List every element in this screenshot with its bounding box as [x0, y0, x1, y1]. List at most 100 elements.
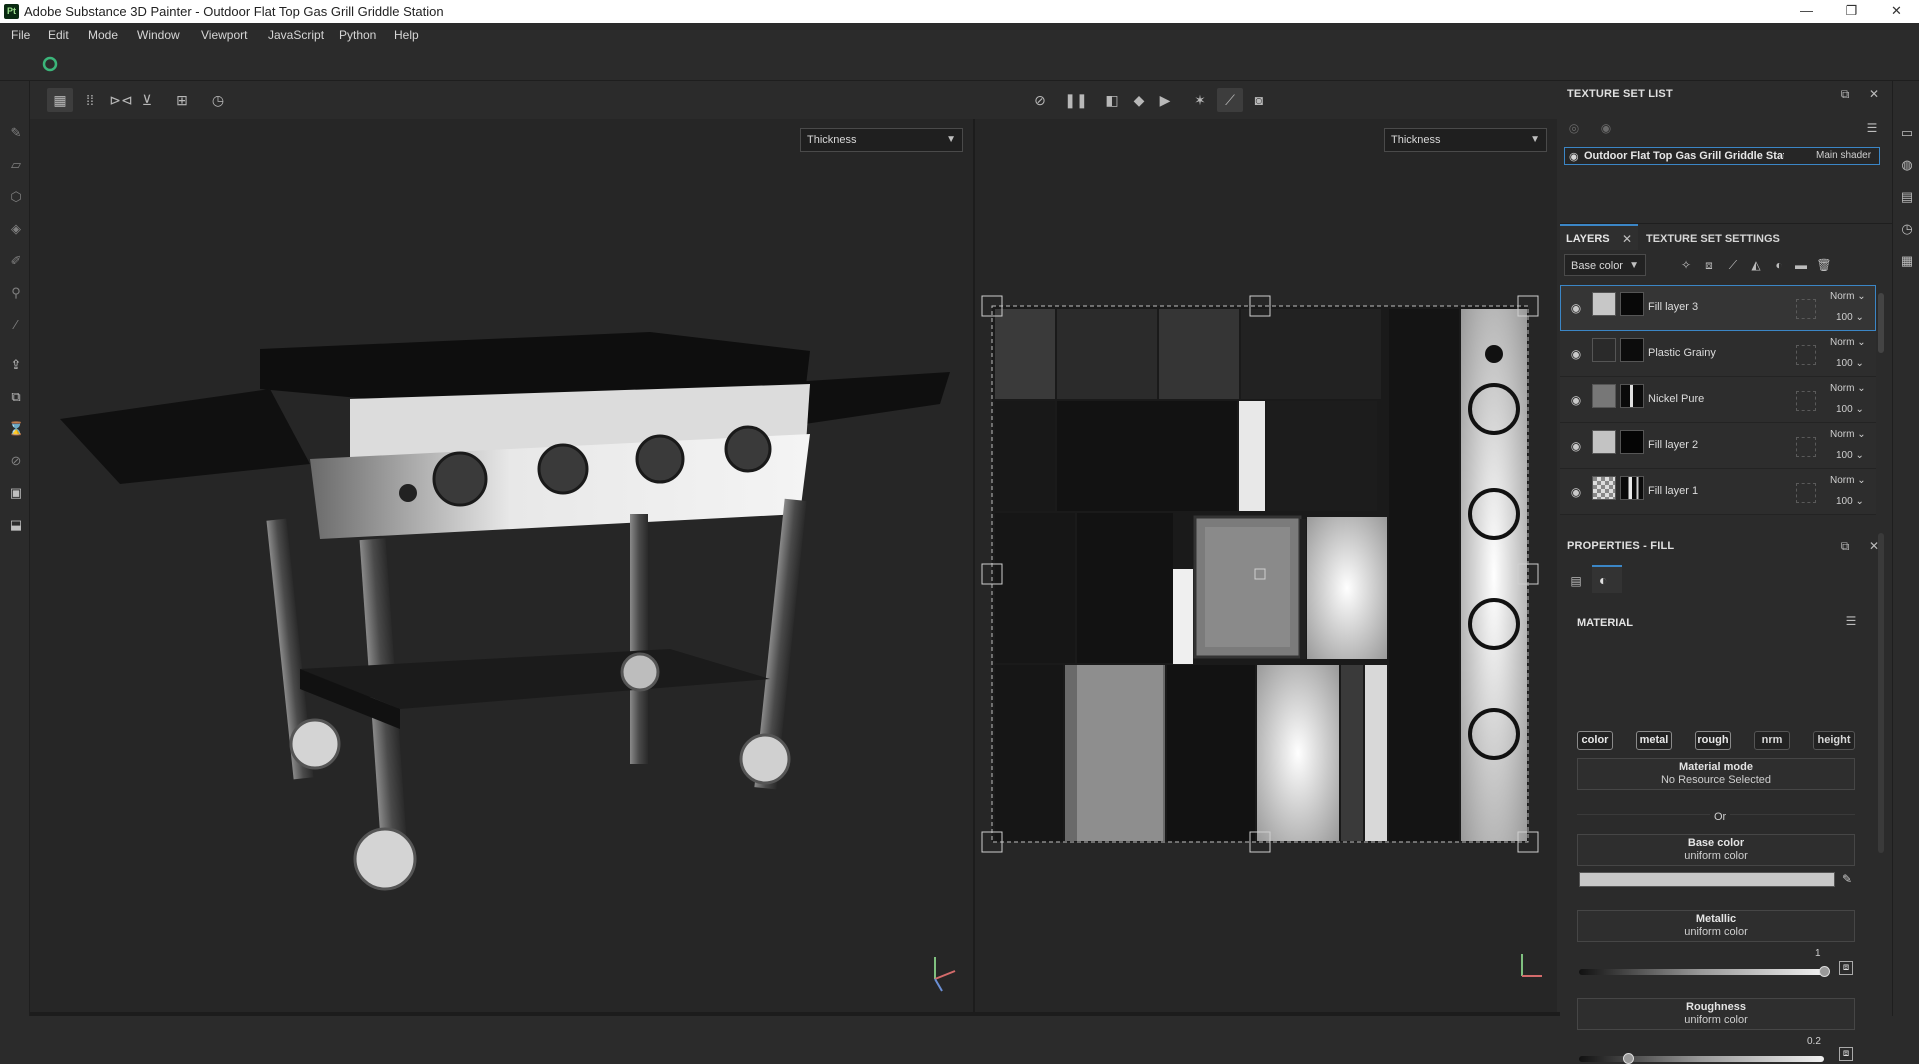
mask-thumbnail[interactable]	[1620, 430, 1644, 454]
export-icon[interactable]: ⇪	[8, 357, 24, 373]
layer-mask-slot[interactable]	[1796, 391, 1816, 411]
opacity-value[interactable]: 100 ⌄	[1836, 358, 1864, 369]
metallic-slider-handle[interactable]	[1819, 966, 1830, 977]
opacity-value[interactable]: 100 ⌄	[1836, 312, 1864, 323]
eye-icon[interactable]: ◉	[1569, 485, 1583, 499]
metallic-slot[interactable]: Metallic uniform color	[1577, 910, 1855, 942]
paint-brush-icon[interactable]: ✎	[8, 125, 24, 141]
properties-scrollbar[interactable]	[1878, 533, 1884, 853]
symmetry-x-icon[interactable]: ⊳⊲	[108, 88, 134, 112]
menu-python[interactable]: Python	[339, 28, 376, 42]
channel-nrm-toggle[interactable]: nrm	[1754, 731, 1790, 750]
pause-icon[interactable]: ❚❚	[1063, 88, 1089, 112]
material-tab[interactable]: ◐	[1592, 565, 1622, 593]
clone-stamp-icon[interactable]: ⚲	[8, 285, 24, 301]
projection-icon[interactable]: ⬡	[8, 189, 24, 205]
history-panel-icon[interactable]: ◷	[1899, 221, 1915, 237]
color-picker-icon[interactable]: ⁄	[8, 317, 24, 333]
mask-thumbnail[interactable]	[1620, 384, 1644, 408]
mask-thumbnail[interactable]	[1620, 292, 1644, 316]
screenshot-icon[interactable]: ◙	[1246, 88, 1272, 112]
viewport-3d[interactable]: Thickness ▼	[30, 119, 973, 1012]
material-mode-slot[interactable]: Material mode No Resource Selected	[1577, 758, 1855, 790]
fit-view-icon[interactable]: ⊞	[169, 88, 195, 112]
undock-icon[interactable]: ⧉	[1837, 86, 1853, 102]
hide-icon[interactable]: ⊘	[1027, 88, 1053, 112]
minimize-button[interactable]: —	[1784, 0, 1829, 23]
layer-icon[interactable]: ⊘	[8, 453, 24, 469]
menu-file[interactable]: File	[11, 28, 30, 42]
layer-mask-slot[interactable]	[1796, 437, 1816, 457]
texture-link-icon[interactable]: ⧈	[1839, 961, 1853, 975]
blend-mode-select[interactable]: Norm ⌄	[1830, 475, 1866, 486]
lighting-icon[interactable]: ✶	[1187, 88, 1213, 112]
cube-view-icon[interactable]: ◆	[1126, 88, 1152, 112]
layer-channel-select[interactable]: Base color ▼	[1564, 254, 1646, 276]
layer-mask-slot[interactable]	[1796, 299, 1816, 319]
eye-icon[interactable]: ◉	[1569, 439, 1583, 453]
texture-set-shader[interactable]: Main shader	[1816, 150, 1871, 161]
mesh-icon[interactable]: ⬓	[8, 517, 24, 533]
shelf-icon[interactable]: ⌛	[8, 421, 24, 437]
document-icon[interactable]: ▣	[8, 485, 24, 501]
menu-viewport[interactable]: Viewport	[201, 28, 247, 42]
channel-height-toggle[interactable]: height	[1813, 731, 1855, 750]
channel-color-toggle[interactable]: color	[1577, 731, 1613, 750]
display-settings-icon[interactable]: ▭	[1899, 125, 1915, 141]
add-fill-layer-icon[interactable]: ◭	[1748, 257, 1764, 273]
mask-thumbnail[interactable]	[1620, 338, 1644, 362]
layer-mask-slot[interactable]	[1796, 345, 1816, 365]
undock-icon[interactable]: ⧉	[1837, 538, 1853, 554]
delete-layer-icon[interactable]: 🗑	[1816, 257, 1832, 273]
layer-row-fill-layer-2[interactable]: ◉ Fill layer 2 Norm ⌄ 100 ⌄	[1560, 423, 1876, 469]
opacity-value[interactable]: 100 ⌄	[1836, 404, 1864, 415]
add-folder-icon[interactable]: ▬	[1793, 257, 1809, 273]
layer-row-nickel-pure[interactable]: ◉ Nickel Pure Norm ⌄ 100 ⌄	[1560, 377, 1876, 423]
layers-scrollbar[interactable]	[1878, 293, 1884, 353]
eraser-icon[interactable]: ▱	[8, 157, 24, 173]
layer-mask-slot[interactable]	[1796, 483, 1816, 503]
menu-window[interactable]: Window	[137, 28, 180, 42]
eye-icon[interactable]: ◉	[1569, 150, 1579, 163]
camera-icon[interactable]: ▶	[1152, 88, 1178, 112]
project-status-icon[interactable]	[42, 56, 58, 72]
tab-texture-set-settings[interactable]: TEXTURE SET SETTINGS	[1646, 233, 1780, 245]
show-all-icon[interactable]: ◉	[1598, 120, 1614, 136]
log-icon[interactable]: ▦	[1899, 253, 1915, 269]
close-panel-icon[interactable]: ✕	[1866, 86, 1882, 102]
uv-grid-icon[interactable]: ▦	[47, 88, 73, 112]
eye-icon[interactable]: ◉	[1569, 301, 1583, 315]
roughness-slot[interactable]: Roughness uniform color	[1577, 998, 1855, 1030]
roughness-value[interactable]: 0.2	[1807, 1036, 1821, 1047]
menu-help[interactable]: Help	[394, 28, 419, 42]
add-smart-material-icon[interactable]: ◐	[1771, 257, 1787, 273]
close-tab-icon[interactable]: ✕	[1622, 232, 1632, 246]
blend-mode-select[interactable]: Norm ⌄	[1830, 383, 1866, 394]
texture-link-icon[interactable]: ⧈	[1839, 1047, 1853, 1061]
mask-thumbnail[interactable]	[1620, 476, 1644, 500]
smudge-icon[interactable]: ✐	[8, 253, 24, 269]
split-view-icon[interactable]: ◧	[1099, 88, 1125, 112]
metallic-value[interactable]: 1	[1815, 948, 1821, 959]
layer-row-plastic-grainy[interactable]: ◉ Plastic Grainy Norm ⌄ 100 ⌄	[1560, 331, 1876, 377]
hide-all-icon[interactable]: ◎	[1566, 120, 1582, 136]
maximize-button[interactable]: ❐	[1829, 0, 1874, 23]
channel-metal-toggle[interactable]: metal	[1636, 731, 1672, 750]
add-paint-layer-icon[interactable]: ⟋	[1725, 257, 1741, 273]
channel-rough-toggle[interactable]: rough	[1695, 731, 1731, 750]
paint-mode-icon[interactable]: ⟋	[1217, 88, 1243, 112]
tab-layers[interactable]: LAYERS ✕	[1560, 224, 1638, 250]
menu-edit[interactable]: Edit	[48, 28, 69, 42]
menu-javascript[interactable]: JavaScript	[268, 28, 324, 42]
blend-mode-select[interactable]: Norm ⌄	[1830, 291, 1866, 302]
material-menu-icon[interactable]: ☰	[1843, 613, 1859, 629]
eye-icon[interactable]: ◉	[1569, 393, 1583, 407]
eyedropper-icon[interactable]: ✎	[1842, 872, 1852, 886]
shader-settings-icon[interactable]: ◍	[1899, 157, 1915, 173]
eye-icon[interactable]: ◉	[1569, 347, 1583, 361]
close-window-button[interactable]: ✕	[1874, 0, 1919, 23]
assets-icon[interactable]: ▤	[1899, 189, 1915, 205]
base-color-slot[interactable]: Base color uniform color	[1577, 834, 1855, 866]
list-menu-icon[interactable]: ☰	[1864, 120, 1880, 136]
menu-mode[interactable]: Mode	[88, 28, 118, 42]
